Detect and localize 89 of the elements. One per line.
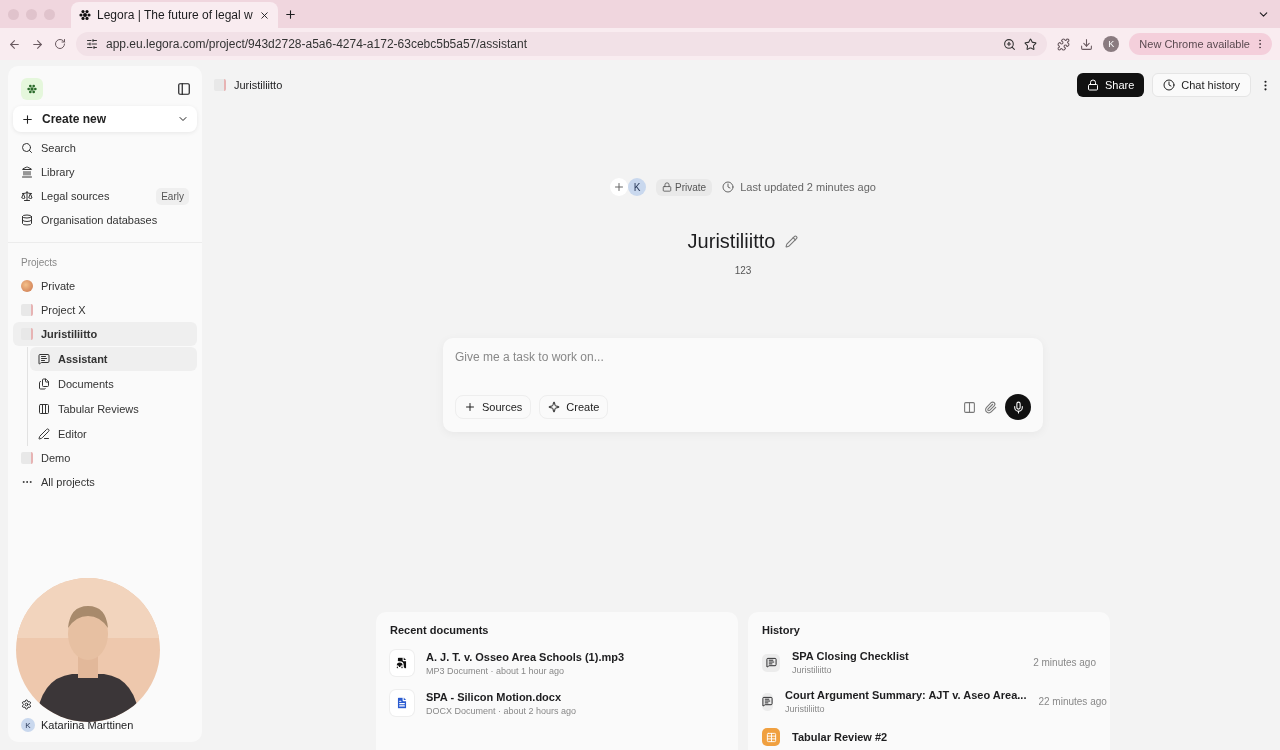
lock-icon [662,182,673,192]
lock-icon [1086,79,1099,91]
share-button[interactable]: Share [1076,73,1145,97]
microphone-icon [1011,400,1025,414]
logo-icon [79,9,91,21]
user-name[interactable]: Katariina Marttinen [41,719,134,731]
history-title[interactable]: SPA Closing Checklist [792,650,1022,662]
sparkle-icon [548,401,561,413]
site-settings-icon[interactable] [86,38,98,50]
project-item[interactable]: Juristiliitto [13,322,197,346]
breadcrumb[interactable]: Juristiliitto [234,79,283,91]
forward-icon[interactable] [31,37,44,51]
create-new-button[interactable]: Create new [13,106,197,132]
user-avatar: K [21,718,35,732]
word-document-icon [390,690,414,716]
folder-icon [21,328,33,340]
library-icon [21,166,33,178]
new-tab-icon[interactable] [283,7,297,21]
pen-icon [38,428,50,440]
project-description: 123 [734,265,752,276]
download-icon[interactable] [1080,37,1094,51]
project-title: Juristiliitto [687,230,776,253]
history-time: 2 minutes ago [1033,657,1096,668]
chat-history-button[interactable]: Chat history [1152,73,1251,97]
card-title: History [762,624,801,636]
nav-item[interactable]: Legal sources Early [13,184,197,208]
chat-icon [762,692,773,711]
zoom-icon[interactable] [1003,37,1017,51]
columns-icon [38,403,50,415]
browser-tab[interactable]: Legora | The future of legal w [71,2,278,28]
scales-icon [21,190,33,202]
logo-icon[interactable] [21,78,43,100]
plus-icon [613,181,626,193]
audio-file-icon [390,650,414,676]
nav-item[interactable]: Organisation databases [13,208,197,232]
edit-icon[interactable] [785,235,799,248]
update-button[interactable]: New Chrome available [1129,33,1272,55]
project-item[interactable]: Demo [13,446,197,470]
project-avatar-icon [21,280,33,292]
project-item[interactable]: Project X [13,298,197,322]
document-name[interactable]: A. J. T. v. Osseo Area Schools (1).mp3 [426,650,724,663]
bookmark-star-icon[interactable] [1024,37,1038,51]
clock-icon [1163,79,1176,91]
attach-icon[interactable] [984,400,997,414]
document-meta: MP3 Document · about 1 hour ago [426,665,566,676]
prompt-input[interactable]: Give me a task to work on... [455,350,1031,364]
folder-icon [214,79,226,91]
project-item[interactable]: All projects [13,470,197,494]
project-subitem[interactable]: Editor [30,422,197,446]
visibility-badge[interactable]: Private [656,178,713,196]
nav-item[interactable]: Search [13,136,197,160]
history-title[interactable]: Court Argument Summary: AJT v. Aseo Area... [785,689,1027,701]
early-badge: Early [156,187,189,205]
chat-icon [38,353,50,365]
database-icon [21,214,33,226]
project-subitem[interactable]: Assistant [30,347,197,371]
close-icon[interactable] [258,9,270,21]
extensions-icon[interactable] [1057,37,1071,51]
address-bar[interactable]: app.eu.legora.com/project/943d2728-a5a6-4274-a172-63cebc5b5a57/assistant [76,32,1048,56]
clock-icon [722,181,735,193]
nav-item[interactable]: Library [13,160,197,184]
history-project: Juristiliitto [792,665,833,675]
microphone-button[interactable] [1005,394,1031,420]
composer-chip-button[interactable]: Sources [455,395,532,419]
card-title: Recent documents [390,624,490,636]
section-heading: Projects [20,257,59,268]
settings-icon[interactable] [21,699,32,710]
document-meta: DOCX Document · about 2 hours ago [426,705,578,716]
document-name[interactable]: SPA - Silicon Motion.docx [426,690,724,703]
reload-icon[interactable] [54,38,66,50]
folder-icon [21,304,33,316]
history-project: Juristiliitto [785,704,826,714]
back-icon[interactable] [8,37,21,51]
profile-avatar[interactable]: K [1103,36,1120,52]
last-updated: Last updated 2 minutes ago [740,181,876,193]
plus-icon [464,401,476,413]
chat-icon [762,653,780,672]
project-subitem[interactable]: Tabular Reviews [30,397,197,421]
search-icon [21,142,33,154]
member-avatar: K [628,178,647,196]
composer-chip-button[interactable]: Create [539,395,609,419]
project-subitem[interactable]: Documents [30,372,197,396]
plus-icon [21,112,34,126]
documents-icon [38,378,50,390]
sidebar-toggle-icon[interactable] [177,82,191,96]
history-title[interactable]: Tabular Review #2 [792,731,1096,743]
project-item[interactable]: Private [13,274,197,298]
history-time: 22 minutes ago [1038,696,1107,707]
folder-icon [21,452,33,464]
